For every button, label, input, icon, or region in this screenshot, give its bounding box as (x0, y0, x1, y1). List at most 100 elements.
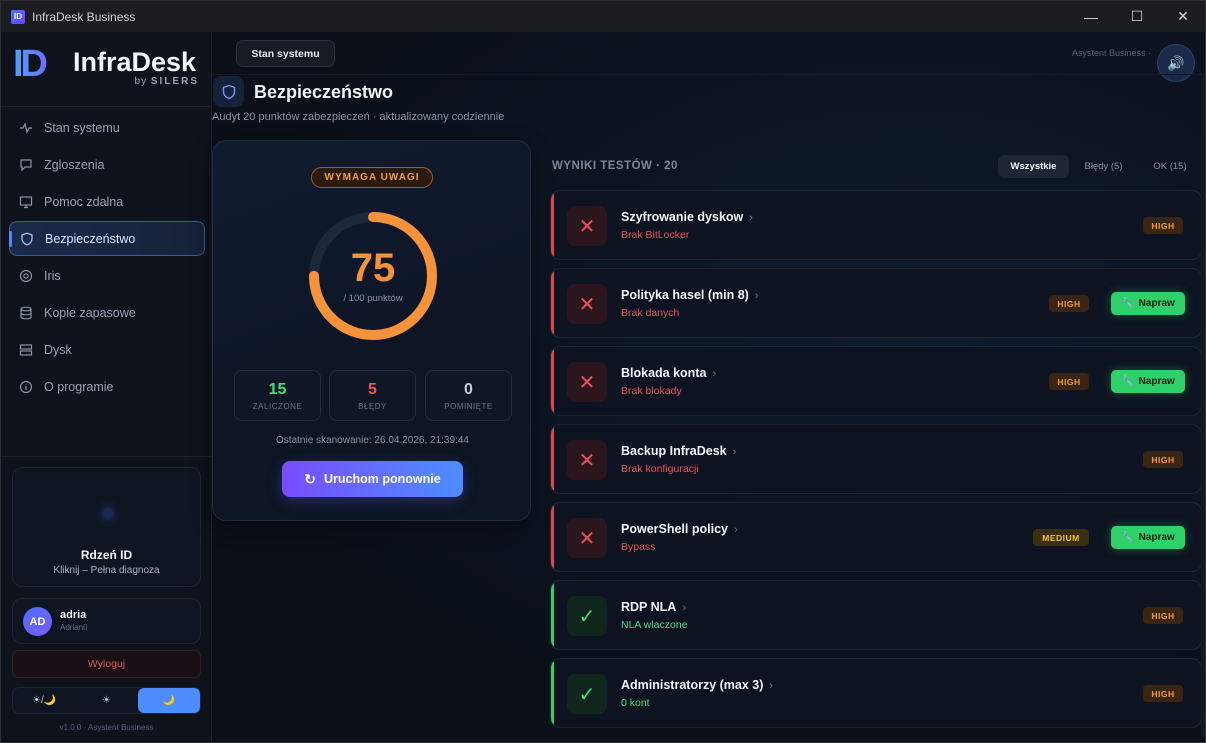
brand-mark: ID (13, 44, 67, 84)
sidebar-item-dysk[interactable]: Dysk (9, 332, 205, 367)
sidebar-item-stan-systemu[interactable]: Stan systemu (9, 110, 205, 145)
sidebar-item-pomoc-zdalna[interactable]: Pomoc zdalna (9, 184, 205, 219)
pass-check-icon: ✓ (567, 596, 607, 636)
brand-logo: ID InfraDesk by SILERS (13, 44, 203, 94)
user-host: Adrian0 (60, 623, 88, 632)
speaker-icon: 🔊 (1167, 54, 1185, 71)
result-row[interactable]: ✕ PowerShell policy › Bypass MEDIUM 🔧 Napraw (550, 502, 1202, 572)
main-content: Stan systemu Asystent Business · 🔊 Bezpi… (212, 32, 1205, 742)
fail-x-icon: ✕ (567, 206, 607, 246)
sidebar-item-o-programie[interactable]: O programie (9, 369, 205, 404)
result-row[interactable]: ✓ RDP NLA › NLA wlaczone HIGH (550, 580, 1202, 650)
status-bar (551, 191, 554, 259)
tab-stan-systemu[interactable]: Stan systemu (236, 40, 335, 67)
core-diagnosis-card[interactable]: Rdzeń ID Kliknij – Pełna diagnoza (12, 467, 201, 587)
brand-byline: by SILERS (134, 76, 199, 87)
severity-badge: HIGH (1143, 607, 1183, 624)
page-title: Bezpieczeństwo (254, 82, 394, 102)
result-name: Polityka hasel (min 8) › (621, 288, 759, 302)
fix-label: Napraw (1138, 532, 1175, 543)
filter-all[interactable]: Wszystkie (998, 155, 1069, 178)
speaker-button[interactable]: 🔊 (1157, 44, 1195, 82)
stat-value: 15 (268, 381, 287, 398)
theme-auto-button[interactable]: ☀/🌙 (13, 688, 75, 713)
page-subtitle: Audyt 20 punktów zabezpieczeń · aktualiz… (212, 111, 505, 123)
shield-icon (213, 76, 244, 107)
results-filter: Wszystkie Błędy (5) OK (15) (998, 155, 1202, 178)
sidebar-item-label: O programie (44, 379, 114, 394)
chevron-right-icon: › (733, 524, 738, 536)
minimize-button[interactable]: — (1068, 1, 1114, 32)
result-row[interactable]: ✕ Backup InfraDesk › Brak konfiguracji HIGH (550, 424, 1202, 494)
pass-check-icon: ✓ (567, 674, 607, 714)
stat-label: POMINIĘTE (444, 402, 493, 411)
sidebar-item-label: Pomoc zdalna (44, 194, 124, 209)
sidebar-item-kopie-zapasowe[interactable]: Kopie zapasowe (9, 295, 205, 330)
pulse-icon (19, 121, 33, 135)
sidebar-item-bezpieczeństwo[interactable]: Bezpieczeństwo (9, 221, 205, 256)
refresh-icon: ↻ (304, 470, 317, 487)
maximize-button[interactable]: ☐ (1114, 1, 1160, 32)
close-button[interactable]: ✕ (1160, 1, 1205, 32)
sidebar-item-label: Stan systemu (44, 120, 120, 135)
chat-icon (19, 158, 33, 172)
assistant-label: Asystent Business · (1071, 48, 1151, 58)
status-bar (551, 269, 554, 337)
sidebar-item-label: Bezpieczeństwo (45, 231, 136, 246)
monitor-icon (19, 195, 33, 209)
theme-dark-button[interactable]: 🌙 (137, 688, 200, 713)
user-card: AD adria Adrian0 (12, 598, 201, 644)
rerun-button[interactable]: ↻ Uruchom ponownie (282, 461, 463, 497)
wrench-icon: 🔧 (1121, 298, 1134, 309)
fix-button[interactable]: 🔧 Napraw (1111, 526, 1185, 549)
core-title: Rdzeń ID (80, 548, 133, 562)
sidebar-item-label: Zgloszenia (44, 157, 105, 172)
chevron-right-icon: › (769, 680, 774, 692)
last-scan-time: Ostatnie skanowanie: 26.04.2026, 21:39:4… (276, 435, 469, 446)
filter-ok[interactable]: OK (15) (1138, 155, 1202, 178)
chevron-right-icon: › (754, 290, 759, 302)
stat-label: BŁĘDY (358, 402, 387, 411)
result-name: RDP NLA › (621, 600, 687, 614)
result-detail: Brak blokady (621, 385, 682, 397)
results-heading: WYNIKI TESTÓW · 20 (552, 160, 678, 172)
result-row[interactable]: ✕ Szyfrowanie dyskow › Brak BitLocker HIGH (550, 190, 1202, 260)
result-detail: 0 kont (621, 697, 650, 709)
chevron-right-icon: › (749, 212, 753, 224)
result-name: Administratorzy (max 3) › (621, 678, 774, 692)
severity-badge: HIGH (1049, 295, 1089, 312)
result-detail: Brak BitLocker (621, 229, 690, 241)
result-detail: NLA wlaczone (621, 619, 688, 631)
result-detail: Brak konfiguracji (621, 463, 699, 475)
sidebar-item-iris[interactable]: Iris (9, 258, 205, 293)
shield-icon (20, 232, 34, 246)
result-name: Blokada konta › (621, 366, 717, 380)
sidebar-item-label: Kopie zapasowe (44, 305, 136, 320)
info-icon (19, 380, 33, 394)
divider (1, 456, 212, 457)
stat-passed: 15 ZALICZONE (234, 370, 321, 421)
result-row[interactable]: ✕ Blokada konta › Brak blokady HIGH 🔧 Napraw (550, 346, 1202, 416)
result-row[interactable]: ✓ Administratorzy (max 3) › 0 kont HIGH (550, 658, 1202, 728)
theme-light-button[interactable]: ☀ (75, 688, 137, 713)
rerun-label: Uruchom ponownie (324, 472, 441, 486)
filter-errors[interactable]: Błędy (5) (1069, 155, 1138, 178)
score-value: 75 (350, 246, 396, 290)
sidebar-item-zgloszenia[interactable]: Zgloszenia (9, 147, 205, 182)
severity-badge: HIGH (1143, 685, 1183, 702)
fix-button[interactable]: 🔧 Napraw (1111, 292, 1185, 315)
fail-x-icon: ✕ (567, 362, 607, 402)
version-label: v1.0.0 · Asystent Business (59, 723, 154, 732)
window-title: InfraDesk Business (32, 9, 136, 24)
result-detail: Bypass (621, 541, 656, 553)
divider (212, 74, 1205, 75)
sidebar-item-label: Iris (44, 268, 61, 283)
result-row[interactable]: ✕ Polityka hasel (min 8) › Brak danych HIGH 🔧… (550, 268, 1202, 338)
database-icon (19, 306, 33, 320)
result-detail: Brak danych (621, 307, 680, 319)
wrench-icon: 🔧 (1121, 532, 1134, 543)
logout-button[interactable]: Wyloguj (12, 650, 201, 678)
scrollbar[interactable] (1201, 77, 1205, 737)
fix-button[interactable]: 🔧 Napraw (1111, 370, 1185, 393)
fail-x-icon: ✕ (567, 440, 607, 480)
